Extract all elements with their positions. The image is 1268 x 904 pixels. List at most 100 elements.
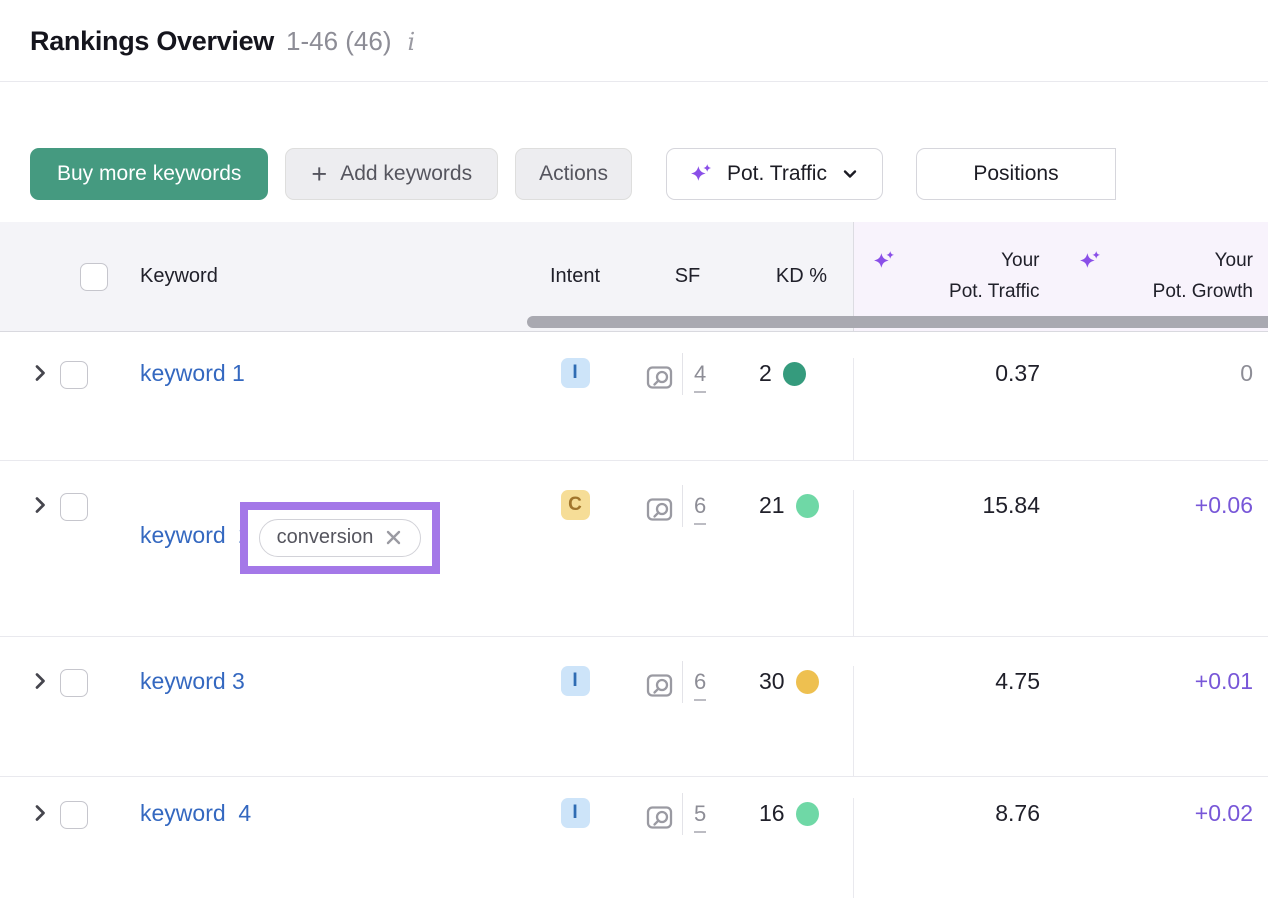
- sf-cell: 6: [630, 666, 745, 703]
- keyword-link[interactable]: keyword 2: [140, 520, 251, 549]
- table-header-row: Keyword Intent SF KD % Your Pot. Traffic: [0, 222, 1268, 332]
- ai-columns-group: Your Pot. Traffic Your Pot. Growth: [853, 222, 1268, 331]
- column-header-pot-traffic[interactable]: Your Pot. Traffic: [854, 246, 1060, 307]
- pot-traffic-cell: 0.37: [853, 358, 1060, 460]
- tag-remove-icon[interactable]: [384, 528, 403, 547]
- divider: [682, 661, 683, 703]
- pot-growth-value: +0.02: [1195, 800, 1253, 826]
- kd-cell: 2: [745, 358, 853, 387]
- intent-badge[interactable]: I: [561, 358, 590, 388]
- pot-traffic-cell: 8.76: [853, 798, 1060, 898]
- keyword-cell: keyword 4: [140, 798, 520, 827]
- sf-cell: 5: [630, 798, 745, 835]
- positions-button[interactable]: Positions: [916, 148, 1116, 200]
- table-row: keyword 1 I 4 2 0.37: [0, 332, 1268, 461]
- keyword-cell: keyword 2 conversion: [140, 490, 520, 574]
- tag-label: conversion: [277, 526, 374, 549]
- header-checkbox-cell: [30, 263, 140, 291]
- actions-button[interactable]: Actions: [515, 148, 632, 200]
- row-checkbox-cell: [60, 798, 140, 829]
- kd-value: 30: [759, 668, 785, 695]
- sf-count[interactable]: 6: [694, 493, 706, 525]
- buy-more-keywords-button[interactable]: Buy more keywords: [30, 148, 268, 200]
- kd-difficulty-dot: [796, 802, 819, 826]
- rankings-table: Keyword Intent SF KD % Your Pot. Traffic: [0, 222, 1268, 898]
- sf-count[interactable]: 6: [694, 669, 706, 701]
- intent-badge[interactable]: I: [561, 666, 590, 696]
- row-checkbox[interactable]: [60, 361, 88, 389]
- intent-cell: I: [520, 666, 630, 696]
- column-header-pot-growth[interactable]: Your Pot. Growth: [1060, 246, 1268, 307]
- kd-cell: 16: [745, 798, 853, 827]
- intent-badge[interactable]: I: [561, 798, 590, 828]
- kd-difficulty-dot: [796, 670, 819, 694]
- serp-features-icon[interactable]: [646, 672, 673, 699]
- sf-cell: 4: [630, 358, 745, 395]
- kd-difficulty-dot: [796, 494, 819, 518]
- divider: [682, 793, 683, 835]
- column-header-keyword[interactable]: Keyword: [140, 265, 520, 288]
- chevron-right-icon: [30, 363, 50, 383]
- serp-features-icon[interactable]: [646, 364, 673, 391]
- pot-traffic-cell: 15.84: [853, 490, 1060, 636]
- intent-cell: I: [520, 798, 630, 828]
- pot-traffic-label: Pot. Traffic: [727, 162, 827, 186]
- ai-sparkle-icon: [689, 162, 714, 187]
- pot-growth-value: +0.06: [1195, 492, 1253, 518]
- table-row: keyword 4 I 5 16 8.76: [0, 777, 1268, 898]
- results-range: 1-46 (46): [286, 26, 392, 57]
- pot-traffic-dropdown[interactable]: Pot. Traffic: [666, 148, 883, 200]
- intent-cell: C: [520, 490, 630, 520]
- pot-growth-value: +0.01: [1195, 668, 1253, 694]
- sf-cell: 6: [630, 490, 745, 527]
- horizontal-scrollbar[interactable]: [527, 316, 1268, 328]
- row-checkbox-cell: [60, 666, 140, 697]
- add-keywords-button[interactable]: + Add keywords: [285, 148, 498, 200]
- row-checkbox[interactable]: [60, 801, 88, 829]
- row-expand-button[interactable]: [30, 358, 60, 388]
- row-expand-button[interactable]: [30, 490, 60, 520]
- select-all-checkbox[interactable]: [80, 263, 108, 291]
- add-keywords-label: Add keywords: [340, 162, 472, 186]
- kd-cell: 21: [745, 490, 853, 519]
- table-row: keyword 2 conversion C: [0, 461, 1268, 637]
- pot-traffic-value: 15.84: [982, 492, 1040, 518]
- row-checkbox[interactable]: [60, 669, 88, 697]
- serp-features-icon[interactable]: [646, 496, 673, 523]
- intent-cell: I: [520, 358, 630, 388]
- info-icon[interactable]: i: [404, 28, 420, 56]
- kd-difficulty-dot: [783, 362, 806, 386]
- chevron-right-icon: [30, 671, 50, 691]
- page-title: Rankings Overview: [30, 26, 274, 57]
- pot-growth-value: 0: [1240, 360, 1253, 386]
- sf-count[interactable]: 4: [694, 361, 706, 393]
- plus-icon: +: [311, 161, 327, 188]
- pot-growth-cell: +0.01: [1060, 666, 1268, 695]
- keyword-link[interactable]: keyword 3: [140, 666, 245, 695]
- serp-features-icon[interactable]: [646, 804, 673, 831]
- pot-traffic-value: 0.37: [995, 360, 1040, 386]
- chevron-right-icon: [30, 495, 50, 515]
- keyword-tag: conversion: [259, 519, 422, 557]
- pot-growth-cell: +0.02: [1060, 798, 1268, 827]
- keyword-cell: keyword 3: [140, 666, 520, 695]
- row-checkbox[interactable]: [60, 493, 88, 521]
- row-expand-button[interactable]: [30, 798, 60, 828]
- chevron-right-icon: [30, 803, 50, 823]
- rankings-overview-panel: Rankings Overview 1-46 (46) i Buy more k…: [0, 0, 1268, 904]
- column-header-intent[interactable]: Intent: [520, 265, 630, 288]
- column-header-sf[interactable]: SF: [630, 265, 745, 288]
- divider: [682, 485, 683, 527]
- keyword-link[interactable]: keyword 4: [140, 798, 251, 827]
- title-bar: Rankings Overview 1-46 (46) i: [0, 0, 1268, 82]
- row-expand-button[interactable]: [30, 666, 60, 696]
- row-checkbox-cell: [60, 490, 140, 521]
- intent-badge[interactable]: C: [561, 490, 590, 520]
- column-header-kd[interactable]: KD %: [745, 265, 853, 288]
- keyword-link[interactable]: keyword 1: [140, 358, 245, 387]
- pot-traffic-value: 4.75: [995, 668, 1040, 694]
- sf-count[interactable]: 5: [694, 801, 706, 833]
- kd-cell: 30: [745, 666, 853, 695]
- kd-value: 2: [759, 360, 772, 387]
- ai-sparkle-icon: [872, 249, 897, 274]
